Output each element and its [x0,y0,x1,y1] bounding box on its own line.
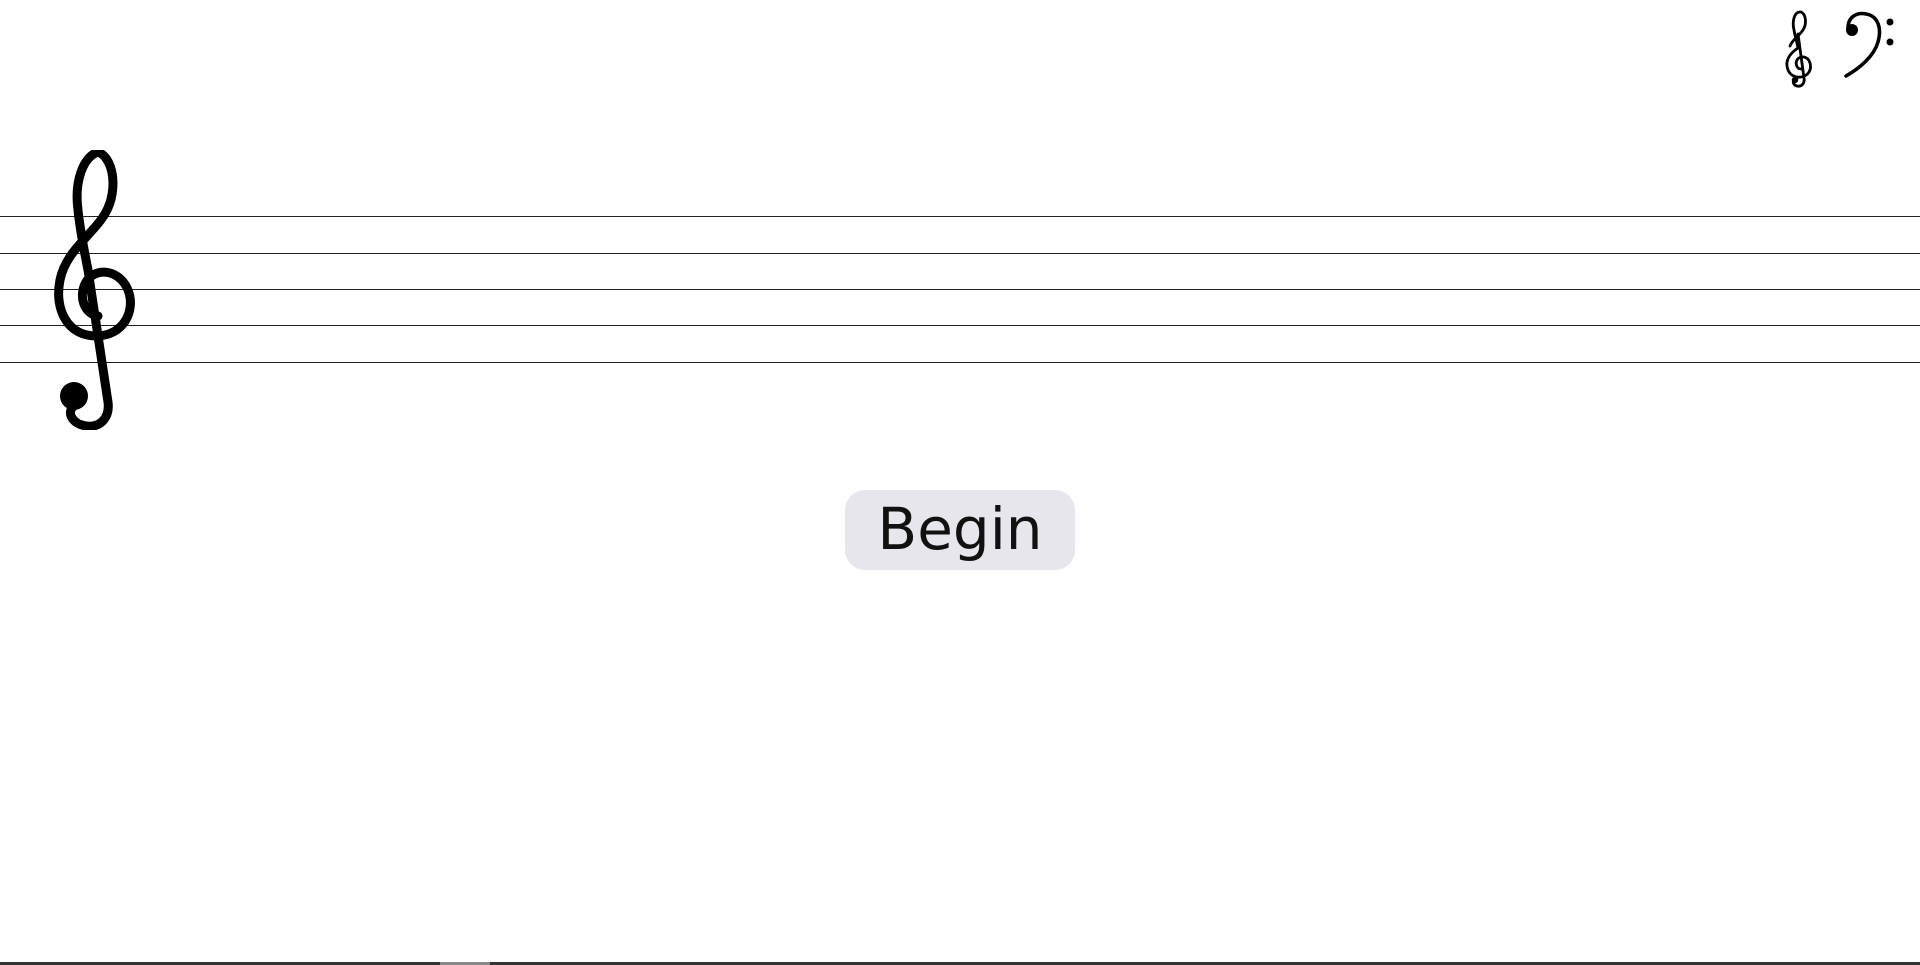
begin-area: Begin [0,490,1920,570]
staff-line [0,325,1920,326]
music-staff [0,216,1920,364]
music-notation-page: Begin [0,0,1920,965]
staff-line [0,362,1920,363]
staff-line [0,253,1920,254]
treble-clef-icon [54,150,135,430]
staff-line [0,289,1920,290]
staff-line [0,216,1920,217]
begin-button[interactable]: Begin [845,490,1075,570]
bass-clef-toggle-icon[interactable] [1842,8,1898,84]
clef-switcher [1782,8,1898,88]
treble-clef-toggle-icon[interactable] [1782,8,1816,88]
